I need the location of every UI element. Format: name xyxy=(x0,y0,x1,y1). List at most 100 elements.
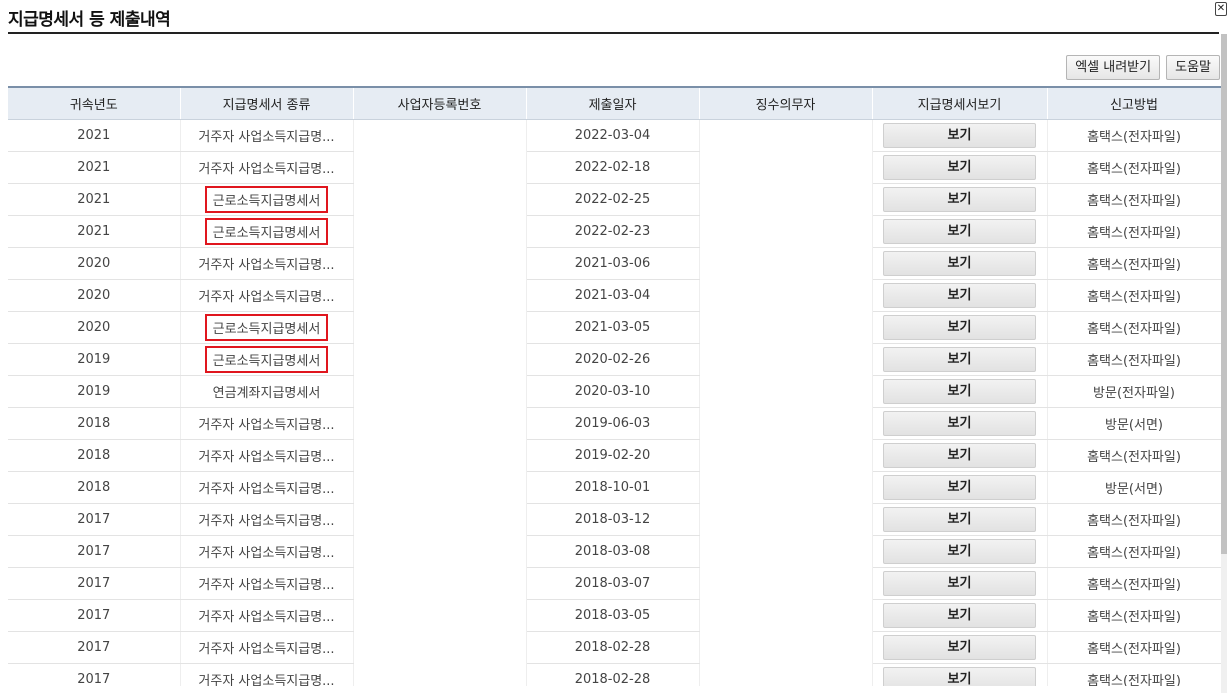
view-statement-button[interactable]: 보기 xyxy=(883,570,1036,596)
table-row[interactable]: 2021 근로소득지급명세서 2022-02-25 보기 홈택스(전자파일) xyxy=(8,183,1221,216)
cell-date: 2022-02-18 xyxy=(526,151,700,184)
cell-date: 2018-03-07 xyxy=(526,567,700,600)
cell-view: 보기 xyxy=(872,343,1048,376)
kind-label: 거주자 사업소득지급명... xyxy=(198,417,335,433)
cell-view: 보기 xyxy=(872,279,1048,312)
table-row[interactable]: 2018 거주자 사업소득지급명... 2019-02-20 보기 홈택스(전자파일) xyxy=(8,439,1221,472)
cell-bizno xyxy=(353,439,527,471)
page-title: 지급명세서 등 제출내역 xyxy=(8,10,171,30)
cell-date: 2018-03-05 xyxy=(526,599,700,632)
table-row[interactable]: 2019 연금계좌지급명세서 2020-03-10 보기 방문(전자파일) xyxy=(8,375,1221,408)
view-statement-button[interactable]: 보기 xyxy=(883,314,1036,340)
view-statement-button[interactable]: 보기 xyxy=(883,346,1036,372)
cell-method: 홈택스(전자파일) xyxy=(1047,663,1221,686)
table-row[interactable]: 2020 거주자 사업소득지급명... 2021-03-06 보기 홈택스(전자파일) xyxy=(8,247,1221,280)
close-icon[interactable]: ✕ xyxy=(1215,2,1227,16)
view-statement-button[interactable]: 보기 xyxy=(883,186,1036,212)
cell-year: 2017 xyxy=(8,567,181,600)
kind-label: 거주자 사업소득지급명... xyxy=(198,609,335,625)
cell-date: 2018-02-28 xyxy=(526,663,700,686)
highlighted-kind-label: 근로소득지급명세서 xyxy=(204,185,329,213)
cell-year: 2020 xyxy=(8,311,181,344)
cell-kind: 근로소득지급명세서 xyxy=(180,183,354,216)
view-statement-button[interactable]: 보기 xyxy=(883,154,1036,180)
table-row[interactable]: 2020 거주자 사업소득지급명... 2021-03-04 보기 홈택스(전자파일) xyxy=(8,279,1221,312)
cell-withholder xyxy=(699,663,873,686)
cell-method: 홈택스(전자파일) xyxy=(1047,343,1221,376)
table-row[interactable]: 2021 거주자 사업소득지급명... 2022-02-18 보기 홈택스(전자파일) xyxy=(8,151,1221,184)
highlighted-kind-label: 근로소득지급명세서 xyxy=(204,217,329,245)
cell-kind: 거주자 사업소득지급명... xyxy=(180,247,354,280)
title-divider xyxy=(8,32,1219,34)
view-statement-button[interactable]: 보기 xyxy=(883,410,1036,436)
table-row[interactable]: 2018 거주자 사업소득지급명... 2018-10-01 보기 방문(서면) xyxy=(8,471,1221,504)
table-row[interactable]: 2017 거주자 사업소득지급명... 2018-02-28 보기 홈택스(전자파일) xyxy=(8,663,1221,686)
table-row[interactable]: 2017 거주자 사업소득지급명... 2018-03-07 보기 홈택스(전자파일) xyxy=(8,567,1221,600)
table-body: 2021 거주자 사업소득지급명... 2022-03-04 보기 홈택스(전자파일) 2… xyxy=(8,119,1221,686)
help-button[interactable]: 도움말 xyxy=(1166,55,1220,80)
view-statement-button[interactable]: 보기 xyxy=(883,378,1036,404)
kind-label: 거주자 사업소득지급명... xyxy=(198,545,335,561)
cell-withholder xyxy=(699,631,873,663)
view-statement-button[interactable]: 보기 xyxy=(883,538,1036,564)
view-statement-button[interactable]: 보기 xyxy=(883,122,1036,148)
view-statement-button[interactable]: 보기 xyxy=(883,602,1036,628)
view-statement-button[interactable]: 보기 xyxy=(883,474,1036,500)
view-statement-button[interactable]: 보기 xyxy=(883,250,1036,276)
cell-method: 홈택스(전자파일) xyxy=(1047,439,1221,472)
table-row[interactable]: 2017 거주자 사업소득지급명... 2018-03-05 보기 홈택스(전자파일) xyxy=(8,599,1221,632)
view-statement-button[interactable]: 보기 xyxy=(883,506,1036,532)
cell-view: 보기 xyxy=(872,151,1048,184)
scrollbar-thumb[interactable] xyxy=(1221,34,1227,554)
cell-method: 홈택스(전자파일) xyxy=(1047,503,1221,536)
cell-year: 2021 xyxy=(8,151,181,184)
cell-bizno xyxy=(353,471,527,503)
header-method[interactable]: 신고방법 xyxy=(1047,86,1221,120)
header-year[interactable]: 귀속년도 xyxy=(8,86,181,120)
cell-method: 홈택스(전자파일) xyxy=(1047,599,1221,632)
cell-date: 2018-03-12 xyxy=(526,503,700,536)
table-header-row: 귀속년도 지급명세서 종류 사업자등록번호 제출일자 징수의무자 지급명세서보기… xyxy=(8,86,1221,120)
table-row[interactable]: 2017 거주자 사업소득지급명... 2018-02-28 보기 홈택스(전자파일) xyxy=(8,631,1221,664)
view-statement-button[interactable]: 보기 xyxy=(883,442,1036,468)
kind-label: 거주자 사업소득지급명... xyxy=(198,513,335,529)
cell-withholder xyxy=(699,151,873,183)
cell-bizno xyxy=(353,535,527,567)
cell-year: 2021 xyxy=(8,183,181,216)
kind-label: 거주자 사업소득지급명... xyxy=(198,257,335,273)
table-row[interactable]: 2021 거주자 사업소득지급명... 2022-03-04 보기 홈택스(전자파일) xyxy=(8,119,1221,152)
cell-method: 홈택스(전자파일) xyxy=(1047,119,1221,152)
table-row[interactable]: 2021 근로소득지급명세서 2022-02-23 보기 홈택스(전자파일) xyxy=(8,215,1221,248)
kind-label: 거주자 사업소득지급명... xyxy=(198,161,335,177)
cell-year: 2017 xyxy=(8,503,181,536)
header-view[interactable]: 지급명세서보기 xyxy=(872,86,1048,120)
cell-kind: 근로소득지급명세서 xyxy=(180,343,354,376)
cell-view: 보기 xyxy=(872,471,1048,504)
cell-view: 보기 xyxy=(872,375,1048,408)
cell-withholder xyxy=(699,375,873,407)
cell-bizno xyxy=(353,567,527,599)
cell-view: 보기 xyxy=(872,407,1048,440)
vertical-scrollbar[interactable] xyxy=(1221,34,1227,693)
table-row[interactable]: 2017 거주자 사업소득지급명... 2018-03-12 보기 홈택스(전자파일) xyxy=(8,503,1221,536)
view-statement-button[interactable]: 보기 xyxy=(883,634,1036,660)
header-date[interactable]: 제출일자 xyxy=(526,86,700,120)
header-bizno[interactable]: 사업자등록번호 xyxy=(353,86,527,120)
cell-kind: 거주자 사업소득지급명... xyxy=(180,567,354,600)
table-row[interactable]: 2018 거주자 사업소득지급명... 2019-06-03 보기 방문(서면) xyxy=(8,407,1221,440)
view-statement-button[interactable]: 보기 xyxy=(883,282,1036,308)
cell-date: 2022-02-25 xyxy=(526,183,700,216)
cell-year: 2018 xyxy=(8,407,181,440)
cell-withholder xyxy=(699,567,873,599)
cell-year: 2018 xyxy=(8,471,181,504)
table-row[interactable]: 2019 근로소득지급명세서 2020-02-26 보기 홈택스(전자파일) xyxy=(8,343,1221,376)
view-statement-button[interactable]: 보기 xyxy=(883,218,1036,244)
cell-bizno xyxy=(353,343,527,375)
view-statement-button[interactable]: 보기 xyxy=(883,666,1036,686)
header-withholder[interactable]: 징수의무자 xyxy=(699,86,873,120)
table-row[interactable]: 2017 거주자 사업소득지급명... 2018-03-08 보기 홈택스(전자파일) xyxy=(8,535,1221,568)
excel-download-button[interactable]: 엑셀 내려받기 xyxy=(1066,55,1161,80)
table-row[interactable]: 2020 근로소득지급명세서 2021-03-05 보기 홈택스(전자파일) xyxy=(8,311,1221,344)
header-kind[interactable]: 지급명세서 종류 xyxy=(180,86,354,120)
cell-method: 방문(서면) xyxy=(1047,471,1221,504)
